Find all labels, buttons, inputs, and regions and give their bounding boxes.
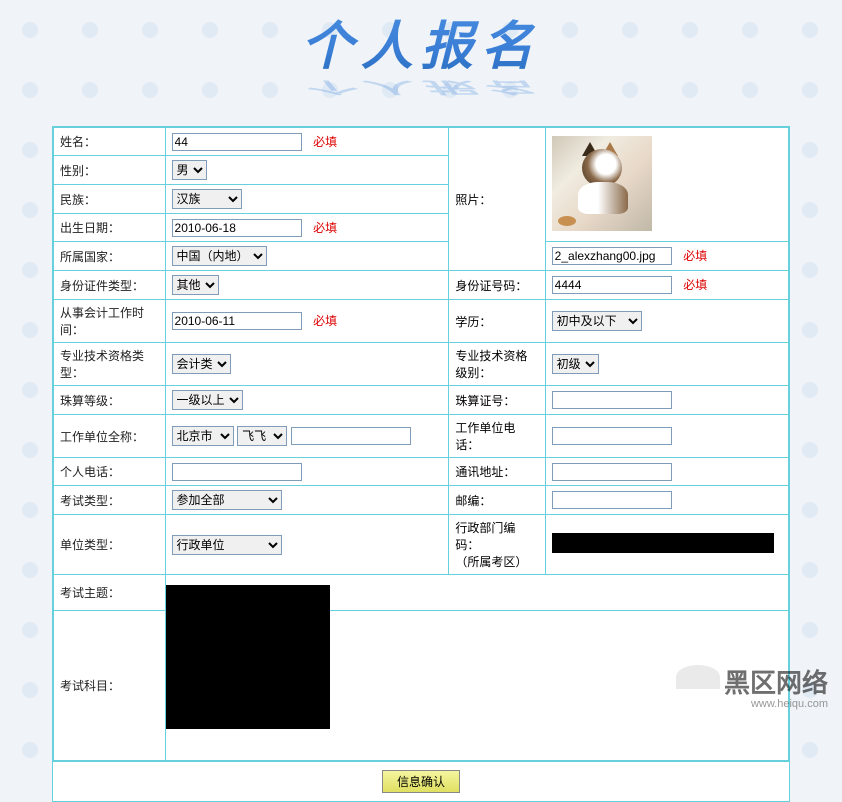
required-birth: 必填 (313, 221, 337, 235)
label-personal-phone: 个人电话： (54, 458, 166, 486)
employer-city-select[interactable]: 北京市 (172, 426, 234, 446)
label-exam-subject: 考试科目： (54, 611, 166, 761)
employer-phone-input[interactable] (552, 427, 672, 445)
watermark: 黑区网络 www.heiqu.com (676, 663, 828, 710)
photo-cell (545, 128, 788, 242)
id-number-input[interactable] (552, 276, 672, 294)
submit-row: 信息确认 (53, 761, 789, 801)
watermark-main: 黑区网络 (724, 663, 828, 700)
label-employer: 工作单位全称： (54, 415, 166, 458)
page-title: 个人报名 个人报名 (0, 0, 842, 126)
label-unit-type: 单位类型： (54, 515, 166, 575)
label-ethnicity: 民族： (54, 185, 166, 214)
personal-phone-input[interactable] (172, 463, 302, 481)
abacus-level-select[interactable]: 一级以上 (172, 390, 243, 410)
id-type-select[interactable]: 其他 (172, 275, 219, 295)
gender-select[interactable]: 男 (172, 160, 207, 180)
exam-subject-redacted (166, 585, 330, 729)
label-photo: 照片： (449, 128, 545, 271)
submit-button[interactable]: 信息确认 (382, 770, 460, 793)
label-pro-qual-level: 专业技术资格级别： (449, 343, 545, 386)
label-postcode: 邮编： (449, 486, 545, 515)
title-reflection: 个人报名 (0, 77, 842, 100)
exam-type-select[interactable]: 参加全部 (172, 490, 282, 510)
work-date-input[interactable] (172, 312, 302, 330)
employer-district-select[interactable]: 飞飞 (237, 426, 287, 446)
label-exam-type: 考试类型： (54, 486, 166, 515)
label-id-number: 身份证号码： (449, 271, 545, 300)
required-photo: 必填 (683, 249, 707, 263)
required-id: 必填 (683, 278, 707, 292)
label-work-date: 从事会计工作时间： (54, 300, 166, 343)
label-gender: 性别： (54, 156, 166, 185)
label-abacus-cert: 珠算证号： (449, 386, 545, 415)
label-admin-code: 行政部门编码： （所属考区） (449, 515, 545, 575)
label-exam-topic: 考试主题： (54, 575, 166, 611)
label-employer-phone: 工作单位电话： (449, 415, 545, 458)
label-pro-qual-type: 专业技术资格类型： (54, 343, 166, 386)
ethnicity-select[interactable]: 汉族 (172, 189, 242, 209)
required-name: 必填 (313, 135, 337, 149)
country-select[interactable]: 中国（内地） (172, 246, 267, 266)
unit-type-select[interactable]: 行政单位 (172, 535, 282, 555)
label-birth: 出生日期： (54, 214, 166, 242)
label-abacus-level: 珠算等级： (54, 386, 166, 415)
photo-preview (552, 136, 652, 231)
label-id-type: 身份证件类型： (54, 271, 166, 300)
label-address: 通讯地址： (449, 458, 545, 486)
pro-qual-type-select[interactable]: 会计类 (172, 354, 231, 374)
title-text: 个人报名 (301, 4, 541, 79)
education-select[interactable]: 初中及以下 (552, 311, 642, 331)
photo-filename-input[interactable] (552, 247, 672, 265)
address-input[interactable] (552, 463, 672, 481)
pro-qual-level-select[interactable]: 初级 (552, 354, 599, 374)
label-name: 姓名： (54, 128, 166, 156)
employer-name-input[interactable] (291, 427, 411, 445)
required-work: 必填 (313, 314, 337, 328)
admin-code-redacted (552, 533, 774, 553)
label-country: 所属国家： (54, 242, 166, 271)
name-input[interactable] (172, 133, 302, 151)
abacus-cert-input[interactable] (552, 391, 672, 409)
postcode-input[interactable] (552, 491, 672, 509)
label-education: 学历： (449, 300, 545, 343)
birth-input[interactable] (172, 219, 302, 237)
mushroom-icon (676, 665, 720, 709)
